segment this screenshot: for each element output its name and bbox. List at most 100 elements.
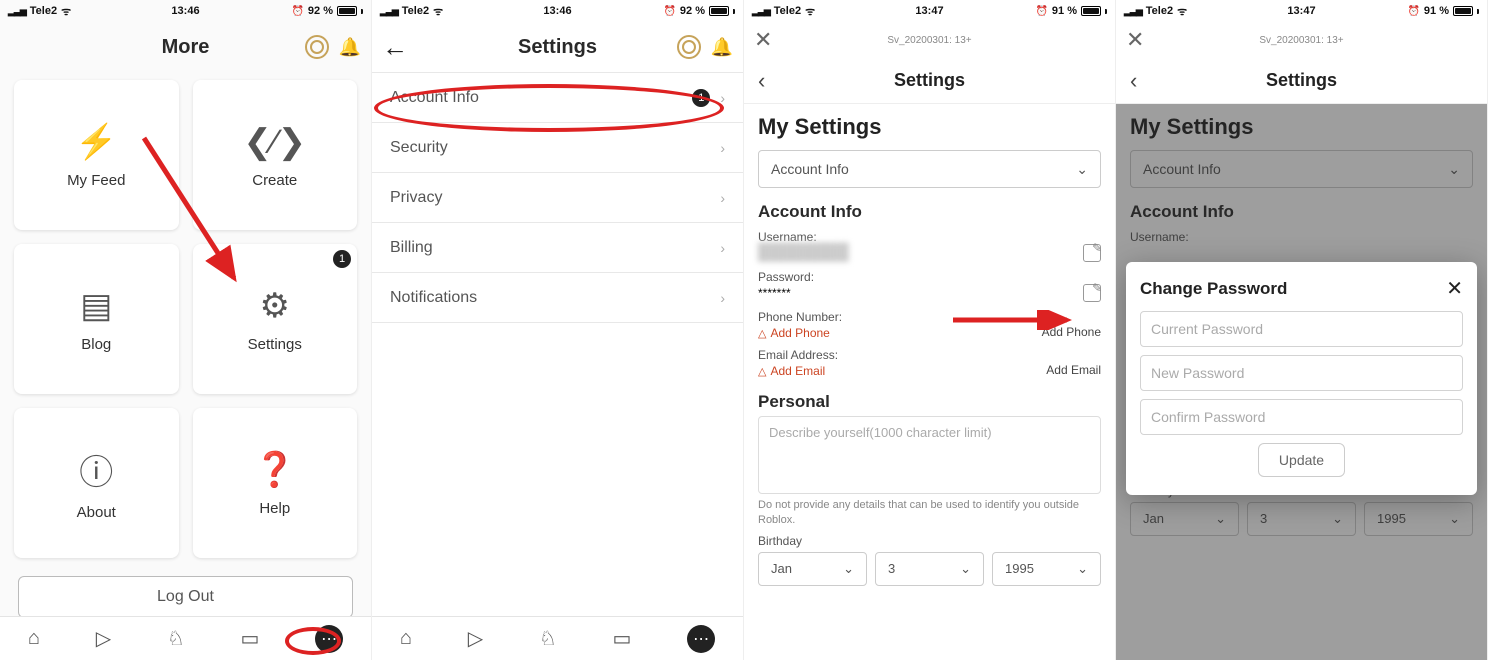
tile-about[interactable]: ⓘ About [14, 408, 179, 558]
personal-heading: Personal [758, 392, 1101, 412]
tile-label: About [77, 504, 116, 521]
page-title: More [162, 36, 210, 59]
blog-icon: ▤ [80, 286, 112, 326]
tile-label: Settings [248, 336, 302, 353]
confirm-password-input[interactable]: Confirm Password [1140, 399, 1463, 435]
tab-bar: ⌂ ▷ ♘ ▭ ⋯ [372, 616, 743, 660]
change-password-modal: Change Password ✕ Current Password New P… [1126, 262, 1477, 495]
row-account-info[interactable]: Account Info1› [372, 73, 743, 123]
edit-username-icon[interactable] [1083, 244, 1101, 262]
row-notifications[interactable]: Notifications› [372, 273, 743, 323]
status-bar: Tele2 ᯤ 13:46 92 % [0, 0, 371, 22]
tab-more-icon[interactable]: ⋯ [315, 625, 343, 653]
tile-label: Blog [81, 336, 111, 353]
describe-textarea[interactable]: Describe yourself(1000 character limit) [758, 416, 1101, 494]
nav-title: Settings [1266, 70, 1337, 91]
close-icon[interactable]: ✕ [1126, 27, 1144, 53]
account-info-heading: Account Info [758, 202, 1101, 222]
birth-day-select[interactable]: 3⌄ [875, 552, 984, 586]
status-time: 13:47 [1287, 5, 1315, 17]
row-billing[interactable]: Billing› [372, 223, 743, 273]
birth-month-select[interactable]: Jan⌄ [758, 552, 867, 586]
nav-title: Settings [894, 70, 965, 91]
chevron-down-icon: ⌄ [843, 561, 854, 577]
tab-avatar-icon[interactable]: ♘ [167, 626, 185, 651]
tile-blog[interactable]: ▤ Blog [14, 244, 179, 394]
close-icon[interactable]: ✕ [754, 27, 772, 53]
tab-home-icon[interactable]: ⌂ [28, 627, 40, 650]
row-privacy[interactable]: Privacy› [372, 173, 743, 223]
birthday-label: Birthday [758, 534, 1101, 548]
lightning-icon: ⚡ [75, 122, 117, 162]
alarm-icon [291, 5, 303, 17]
help-icon: ❓ [254, 450, 296, 490]
tile-create[interactable]: ❮∕❯Create [193, 80, 358, 230]
alarm-icon [1407, 5, 1419, 17]
back-chevron-icon[interactable]: ‹ [1130, 68, 1137, 94]
screen-change-password: Tele2 ᯤ 13:47 91 % ✕ Sv_20200301: 13+ ‹ … [1116, 0, 1488, 660]
back-arrow-icon[interactable]: ← [382, 32, 408, 63]
add-email-action[interactable]: Add Email [1046, 363, 1101, 377]
tab-home-icon[interactable]: ⌂ [400, 627, 412, 650]
tab-more-icon[interactable]: ⋯ [687, 625, 715, 653]
status-time: 13:46 [171, 5, 199, 17]
tile-label: Help [259, 500, 290, 517]
row-security[interactable]: Security› [372, 123, 743, 173]
tile-my-feed[interactable]: ⚡ My Feed [14, 80, 179, 230]
back-chevron-icon[interactable]: ‹ [758, 68, 765, 94]
battery-pct: 92 % [680, 5, 705, 17]
my-settings-heading: My Settings [758, 114, 1101, 140]
screen-more: Tele2 ᯤ 13:46 92 % More 🔔 ⚡ My Feed ❮∕❯Cr… [0, 0, 372, 660]
username-value: ████████ [758, 244, 849, 262]
add-email-warning: Add Email [758, 364, 825, 378]
modal-title: Change Password [1140, 279, 1287, 299]
modal-close-icon[interactable]: ✕ [1446, 276, 1463, 301]
battery-icon [709, 6, 729, 16]
tab-avatar-icon[interactable]: ♘ [539, 626, 557, 651]
tab-play-icon[interactable]: ▷ [468, 626, 483, 651]
current-password-input[interactable]: Current Password [1140, 311, 1463, 347]
badge: 1 [333, 250, 351, 268]
tile-help[interactable]: ❓ Help [193, 408, 358, 558]
page-title: Settings [518, 36, 597, 59]
tab-chat-icon[interactable]: ▭ [240, 626, 259, 651]
email-label: Email Address: [758, 348, 1101, 362]
info-icon: ⓘ [79, 445, 113, 494]
carrier: Tele2 [774, 5, 801, 17]
tile-settings[interactable]: ⚙ Settings 1 [193, 244, 358, 394]
tab-play-icon[interactable]: ▷ [96, 626, 111, 651]
tile-label: My Feed [67, 172, 125, 189]
status-bar: Tele2 ᯤ 13:46 92 % [372, 0, 743, 22]
add-phone-action[interactable]: Add Phone [1042, 325, 1101, 339]
chevron-down-icon: ⌄ [1077, 561, 1088, 577]
robux-icon[interactable] [300, 30, 334, 64]
signal-icon [752, 5, 770, 17]
edit-password-icon[interactable] [1083, 284, 1101, 302]
password-value: ******* [758, 286, 791, 300]
user-tag: Sv_20200301: 13+ [887, 35, 971, 46]
birth-year-select[interactable]: 1995⌄ [992, 552, 1101, 586]
phone-label: Phone Number: [758, 310, 1101, 324]
password-label: Password: [758, 270, 1101, 284]
bell-icon[interactable]: 🔔 [711, 37, 733, 58]
chevron-right-icon: › [720, 190, 725, 206]
row-label: Account Info [390, 89, 479, 107]
update-button[interactable]: Update [1258, 443, 1345, 477]
robux-icon[interactable] [672, 30, 706, 64]
carrier: Tele2 [402, 5, 429, 17]
logout-button[interactable]: Log Out [18, 576, 353, 618]
battery-pct: 91 % [1424, 5, 1449, 17]
signal-icon [380, 5, 398, 17]
section-dropdown[interactable]: Account Info⌄ [758, 150, 1101, 188]
new-password-input[interactable]: New Password [1140, 355, 1463, 391]
tab-chat-icon[interactable]: ▭ [612, 626, 631, 651]
status-bar: Tele2 ᯤ 13:47 91 % [744, 0, 1115, 22]
battery-pct: 92 % [308, 5, 333, 17]
status-time: 13:47 [915, 5, 943, 17]
status-time: 13:46 [543, 5, 571, 17]
bell-icon[interactable]: 🔔 [339, 37, 361, 58]
row-label: Security [390, 139, 448, 157]
gear-icon: ⚙ [260, 286, 290, 326]
screen-account-info: Tele2 ᯤ 13:47 91 % ✕ Sv_20200301: 13+ ‹ … [744, 0, 1116, 660]
battery-pct: 91 % [1052, 5, 1077, 17]
